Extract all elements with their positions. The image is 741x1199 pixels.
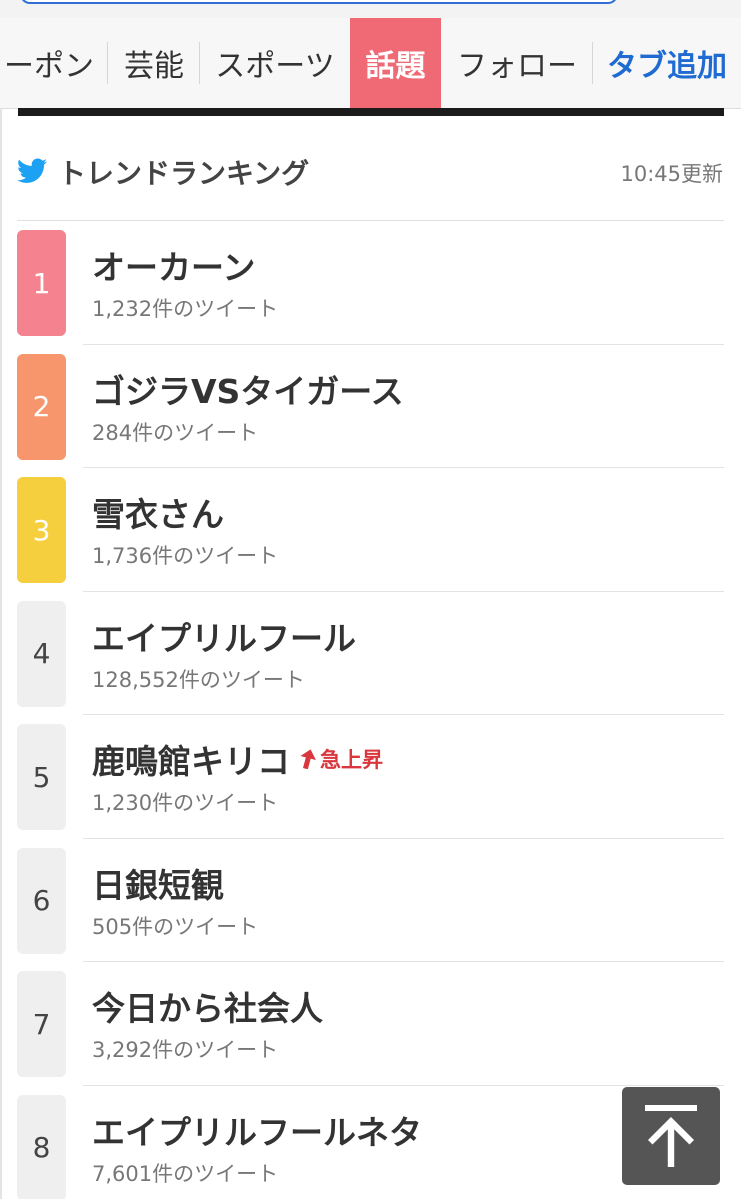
- category-tabs: ーポン 芸能 スポーツ 話題 フォロー タブ追加: [0, 18, 741, 109]
- rank-badge: 6: [17, 847, 66, 954]
- rank-number: 3: [32, 513, 51, 547]
- trend-title-link[interactable]: ゴジラVSタイガース: [92, 365, 404, 413]
- trend-item[interactable]: 2 ゴジラVSタイガース 284件のツイート: [0, 345, 741, 468]
- trend-item[interactable]: 3 雪衣さん 1,736件のツイート: [0, 468, 741, 592]
- tab-sports[interactable]: スポーツ: [200, 18, 350, 108]
- rank-badge: 4: [17, 600, 66, 707]
- tab-label: ーポン: [4, 49, 94, 84]
- rising-arrow-icon: [300, 749, 316, 769]
- rank-number: 4: [32, 637, 51, 670]
- tab-label: 芸能: [124, 49, 184, 84]
- trend-title-link[interactable]: エイプリルフール: [92, 612, 356, 660]
- trend-item[interactable]: 5 鹿鳴館キリコ 急上昇 1,230件のツイート: [0, 715, 741, 839]
- tab-label: 話題: [365, 49, 426, 84]
- search-box-edge[interactable]: [20, 0, 618, 4]
- trend-title-link[interactable]: 鹿鳴館キリコ 急上昇: [92, 735, 383, 783]
- rising-badge: 急上昇: [300, 744, 383, 774]
- tweet-count: 284件のツイート: [92, 420, 259, 445]
- article-image-edge: [18, 108, 724, 116]
- tab-add-button[interactable]: タブ追加: [593, 18, 741, 108]
- rank-number: 5: [32, 760, 51, 794]
- trend-title: トレンドランキング: [58, 157, 310, 190]
- twitter-bird-icon: [17, 158, 47, 183]
- trend-keyword: ゴジラVSタイガース: [92, 371, 404, 411]
- trend-item[interactable]: 6 日銀短観 505件のツイート: [0, 839, 741, 962]
- tweet-count: 1,232件のツイート: [92, 297, 279, 321]
- trend-keyword: エイプリルフールネタ: [92, 1112, 422, 1152]
- rank-badge: 8: [17, 1094, 66, 1199]
- rank-badge: 1: [17, 230, 66, 336]
- tweet-count: 3,292件のツイート: [92, 1038, 279, 1062]
- trend-title-link[interactable]: オーカーン: [92, 241, 255, 289]
- rank-number: 7: [32, 1007, 51, 1041]
- trend-keyword: エイプリルフール: [92, 618, 356, 658]
- rank-badge: 3: [17, 477, 66, 583]
- trend-keyword: 雪衣さん: [92, 495, 224, 534]
- scroll-to-top-button[interactable]: [622, 1087, 720, 1185]
- rank-badge: 2: [17, 353, 66, 460]
- rank-number: 1: [32, 266, 51, 300]
- tab-coupon[interactable]: ーポン: [0, 18, 108, 108]
- tab-follow[interactable]: フォロー: [441, 18, 593, 108]
- trend-list: 1 オーカーン 1,232件のツイート 2 ゴジラVSタイガース 284件のツイ…: [0, 221, 741, 1199]
- page: ーポン 芸能 スポーツ 話題 フォロー タブ追加 トレンドランキング 10:45…: [0, 0, 741, 1199]
- tab-label: スポーツ: [215, 49, 335, 84]
- tweet-count: 1,736件のツイート: [92, 544, 279, 568]
- trend-keyword: 鹿鳴館キリコ: [92, 742, 290, 781]
- rank-number: 8: [32, 1131, 51, 1164]
- trend-title-link[interactable]: 日銀短観: [92, 859, 224, 907]
- tweet-count: 505件のツイート: [92, 914, 259, 939]
- rank-number: 2: [32, 390, 51, 423]
- search-bar-remnant: [0, 0, 741, 18]
- trend-item[interactable]: 4 エイプリルフール 128,552件のツイート: [0, 592, 741, 715]
- rank-number: 6: [32, 884, 51, 917]
- trend-title-link[interactable]: エイプリルフールネタ: [92, 1106, 422, 1154]
- rank-badge: 7: [17, 971, 66, 1077]
- trend-keyword: 今日から社会人: [92, 989, 323, 1028]
- tab-label: タブ追加: [607, 49, 727, 84]
- tab-topics[interactable]: 話題: [350, 18, 441, 108]
- tweet-count: 7,601件のツイート: [92, 1161, 279, 1186]
- trend-item[interactable]: 7 今日から社会人 3,292件のツイート: [0, 962, 741, 1086]
- trend-keyword: オーカーン: [92, 248, 256, 287]
- trend-item[interactable]: 1 オーカーン 1,232件のツイート: [0, 221, 741, 345]
- tweet-count: 1,230件のツイート: [92, 791, 279, 815]
- updated-time: 10:45更新: [620, 162, 723, 186]
- trend-title-link[interactable]: 雪衣さん: [92, 488, 224, 536]
- tweet-count: 128,552件のツイート: [92, 667, 305, 692]
- tab-label: フォロー: [457, 49, 577, 84]
- rank-badge: 5: [17, 724, 66, 830]
- rising-label: 急上昇: [320, 748, 383, 772]
- arrow-up-to-top-icon: [645, 1105, 697, 1167]
- trend-keyword: 日銀短観: [92, 865, 224, 905]
- tab-entertainment[interactable]: 芸能: [108, 18, 200, 108]
- trend-header: トレンドランキング 10:45更新: [0, 140, 741, 204]
- trend-title-link[interactable]: 今日から社会人: [92, 982, 323, 1030]
